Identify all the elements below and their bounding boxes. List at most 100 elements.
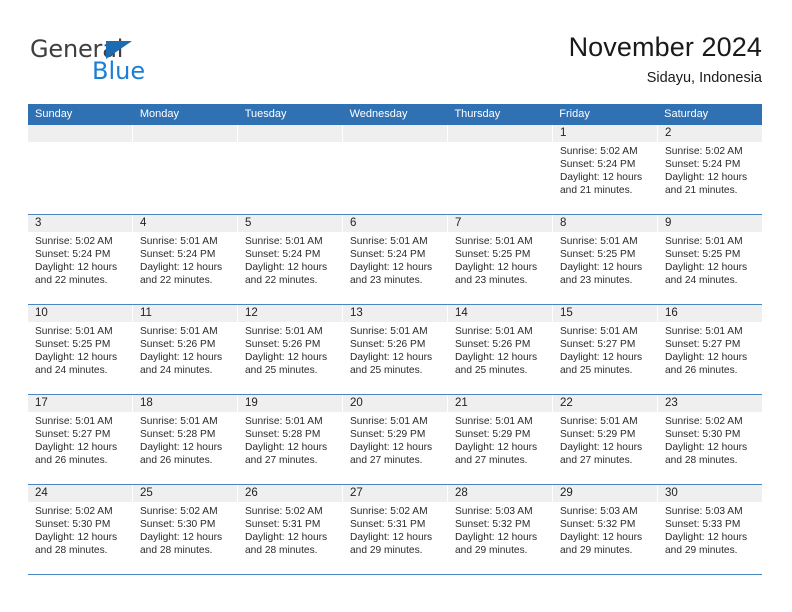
day-cell[interactable]: 27 Sunrise: 5:02 AM Sunset: 5:31 PM Dayligh… <box>343 485 448 574</box>
day-cell[interactable]: 26 Sunrise: 5:02 AM Sunset: 5:31 PM Dayligh… <box>238 485 343 574</box>
day-number: 19 <box>245 397 258 409</box>
calendar-body: 1 Sunrise: 5:02 AM Sunset: 5:24 PM Daylight… <box>28 125 762 575</box>
day-number-band: 9 <box>658 215 762 232</box>
day-cell[interactable]: 12 Sunrise: 5:01 AM Sunset: 5:26 PM Dayligh… <box>238 305 343 394</box>
daylight-duration-line2: and 24 minutes. <box>140 365 213 377</box>
day-details: Sunrise: 5:02 AM Sunset: 5:30 PM Daylight:… <box>28 502 132 557</box>
day-details: Sunrise: 5:01 AM Sunset: 5:29 PM Daylight:… <box>343 412 447 467</box>
general-blue-logo[interactable]: General Blue <box>30 36 230 92</box>
day-cell[interactable]: 3 Sunrise: 5:02 AM Sunset: 5:24 PM Daylight… <box>28 215 133 304</box>
daylight-duration-line1: Daylight: 12 hours <box>350 532 433 544</box>
day-number: 30 <box>665 487 678 499</box>
day-cell[interactable]: 4 Sunrise: 5:01 AM Sunset: 5:24 PM Daylight… <box>133 215 238 304</box>
sunset-time: Sunset: 5:30 PM <box>35 519 111 531</box>
daylight-duration-line2: and 26 minutes. <box>140 455 213 467</box>
day-number: 4 <box>140 217 147 229</box>
sunrise-time: Sunrise: 5:01 AM <box>140 236 218 247</box>
day-number-band: 21 <box>448 395 552 412</box>
weekday-header-friday: Friday <box>559 108 590 120</box>
day-cell[interactable]: 30 Sunrise: 5:03 AM Sunset: 5:33 PM Dayligh… <box>658 485 762 574</box>
sunset-time: Sunset: 5:31 PM <box>350 519 426 531</box>
daylight-duration-line1: Daylight: 12 hours <box>665 172 748 184</box>
sunrise-time: Sunrise: 5:01 AM <box>140 326 218 337</box>
day-details: Sunrise: 5:01 AM Sunset: 5:28 PM Daylight:… <box>238 412 342 467</box>
daylight-duration-line2: and 27 minutes. <box>455 455 528 467</box>
day-cell-empty <box>28 125 133 214</box>
day-cell[interactable]: 19 Sunrise: 5:01 AM Sunset: 5:28 PM Dayligh… <box>238 395 343 484</box>
day-cell[interactable]: 23 Sunrise: 5:02 AM Sunset: 5:30 PM Dayligh… <box>658 395 762 484</box>
day-details: Sunrise: 5:03 AM Sunset: 5:32 PM Daylight:… <box>553 502 657 557</box>
day-details: Sunrise: 5:01 AM Sunset: 5:24 PM Daylight:… <box>343 232 447 287</box>
daylight-duration-line2: and 27 minutes. <box>560 455 633 467</box>
day-number: 1 <box>560 127 567 139</box>
daylight-duration-line1: Daylight: 12 hours <box>665 352 748 364</box>
day-details: Sunrise: 5:01 AM Sunset: 5:29 PM Daylight:… <box>553 412 657 467</box>
day-cell[interactable]: 21 Sunrise: 5:01 AM Sunset: 5:29 PM Dayligh… <box>448 395 553 484</box>
daylight-duration-line1: Daylight: 12 hours <box>140 442 223 454</box>
day-details: Sunrise: 5:03 AM Sunset: 5:32 PM Daylight:… <box>448 502 552 557</box>
day-number-band: 7 <box>448 215 552 232</box>
sunset-time: Sunset: 5:24 PM <box>665 159 741 171</box>
calendar-week-row: 1 Sunrise: 5:02 AM Sunset: 5:24 PM Daylight… <box>28 125 762 215</box>
day-cell[interactable]: 17 Sunrise: 5:01 AM Sunset: 5:27 PM Dayligh… <box>28 395 133 484</box>
daylight-duration-line2: and 22 minutes. <box>140 275 213 287</box>
day-number-band: 14 <box>448 305 552 322</box>
day-number: 16 <box>665 307 678 319</box>
sunset-time: Sunset: 5:26 PM <box>350 339 426 351</box>
day-cell[interactable]: 1 Sunrise: 5:02 AM Sunset: 5:24 PM Daylight… <box>553 125 658 214</box>
day-number-band: 19 <box>238 395 342 412</box>
daylight-duration-line2: and 29 minutes. <box>455 545 528 557</box>
day-number: 25 <box>140 487 153 499</box>
day-cell[interactable]: 5 Sunrise: 5:01 AM Sunset: 5:24 PM Daylight… <box>238 215 343 304</box>
day-cell[interactable]: 15 Sunrise: 5:01 AM Sunset: 5:27 PM Dayligh… <box>553 305 658 394</box>
daylight-duration-line2: and 23 minutes. <box>350 275 423 287</box>
day-cell[interactable]: 7 Sunrise: 5:01 AM Sunset: 5:25 PM Daylight… <box>448 215 553 304</box>
day-cell[interactable]: 18 Sunrise: 5:01 AM Sunset: 5:28 PM Dayligh… <box>133 395 238 484</box>
day-number: 22 <box>560 397 573 409</box>
day-cell[interactable]: 28 Sunrise: 5:03 AM Sunset: 5:32 PM Dayligh… <box>448 485 553 574</box>
daylight-duration-line1: Daylight: 12 hours <box>560 442 643 454</box>
daylight-duration-line2: and 26 minutes. <box>665 365 738 377</box>
sunset-time: Sunset: 5:25 PM <box>560 249 636 261</box>
day-cell[interactable]: 29 Sunrise: 5:03 AM Sunset: 5:32 PM Dayligh… <box>553 485 658 574</box>
day-number-band: 15 <box>553 305 657 322</box>
day-details: Sunrise: 5:01 AM Sunset: 5:26 PM Daylight:… <box>238 322 342 377</box>
day-cell[interactable]: 14 Sunrise: 5:01 AM Sunset: 5:26 PM Dayligh… <box>448 305 553 394</box>
day-number: 13 <box>350 307 363 319</box>
sunrise-time: Sunrise: 5:01 AM <box>560 416 638 427</box>
day-cell[interactable]: 25 Sunrise: 5:02 AM Sunset: 5:30 PM Dayligh… <box>133 485 238 574</box>
title-block: November 2024 Sidayu, Indonesia <box>569 30 762 89</box>
day-cell[interactable]: 11 Sunrise: 5:01 AM Sunset: 5:26 PM Dayligh… <box>133 305 238 394</box>
day-cell[interactable]: 8 Sunrise: 5:01 AM Sunset: 5:25 PM Daylight… <box>553 215 658 304</box>
sunrise-time: Sunrise: 5:01 AM <box>245 416 323 427</box>
day-details: Sunrise: 5:01 AM Sunset: 5:28 PM Daylight:… <box>133 412 237 467</box>
weekday-header-monday: Monday <box>139 108 179 120</box>
sunrise-time: Sunrise: 5:01 AM <box>560 326 638 337</box>
day-cell[interactable]: 2 Sunrise: 5:02 AM Sunset: 5:24 PM Daylight… <box>658 125 762 214</box>
daylight-duration-line1: Daylight: 12 hours <box>560 262 643 274</box>
day-cell[interactable]: 22 Sunrise: 5:01 AM Sunset: 5:29 PM Dayligh… <box>553 395 658 484</box>
sunrise-time: Sunrise: 5:01 AM <box>245 326 323 337</box>
day-number-band: 17 <box>28 395 132 412</box>
day-cell-empty <box>133 125 238 214</box>
day-cell[interactable]: 10 Sunrise: 5:01 AM Sunset: 5:25 PM Dayligh… <box>28 305 133 394</box>
day-cell[interactable]: 20 Sunrise: 5:01 AM Sunset: 5:29 PM Dayligh… <box>343 395 448 484</box>
daylight-duration-line2: and 28 minutes. <box>140 545 213 557</box>
sunrise-time: Sunrise: 5:01 AM <box>350 416 428 427</box>
sunset-time: Sunset: 5:28 PM <box>245 429 321 441</box>
day-cell-empty <box>343 125 448 214</box>
day-details: Sunrise: 5:01 AM Sunset: 5:27 PM Daylight:… <box>553 322 657 377</box>
day-cell[interactable]: 9 Sunrise: 5:01 AM Sunset: 5:25 PM Daylight… <box>658 215 762 304</box>
day-cell[interactable]: 24 Sunrise: 5:02 AM Sunset: 5:30 PM Dayligh… <box>28 485 133 574</box>
daylight-duration-line1: Daylight: 12 hours <box>140 532 223 544</box>
day-cell[interactable]: 16 Sunrise: 5:01 AM Sunset: 5:27 PM Dayligh… <box>658 305 762 394</box>
day-number-band <box>343 125 447 142</box>
calendar-week-row: 3 Sunrise: 5:02 AM Sunset: 5:24 PM Daylight… <box>28 215 762 305</box>
day-details: Sunrise: 5:01 AM Sunset: 5:26 PM Daylight:… <box>448 322 552 377</box>
day-cell[interactable]: 6 Sunrise: 5:01 AM Sunset: 5:24 PM Daylight… <box>343 215 448 304</box>
sunset-time: Sunset: 5:26 PM <box>455 339 531 351</box>
sunrise-time: Sunrise: 5:02 AM <box>35 506 113 517</box>
daylight-duration-line1: Daylight: 12 hours <box>455 262 538 274</box>
sunset-time: Sunset: 5:31 PM <box>245 519 321 531</box>
day-cell[interactable]: 13 Sunrise: 5:01 AM Sunset: 5:26 PM Dayligh… <box>343 305 448 394</box>
